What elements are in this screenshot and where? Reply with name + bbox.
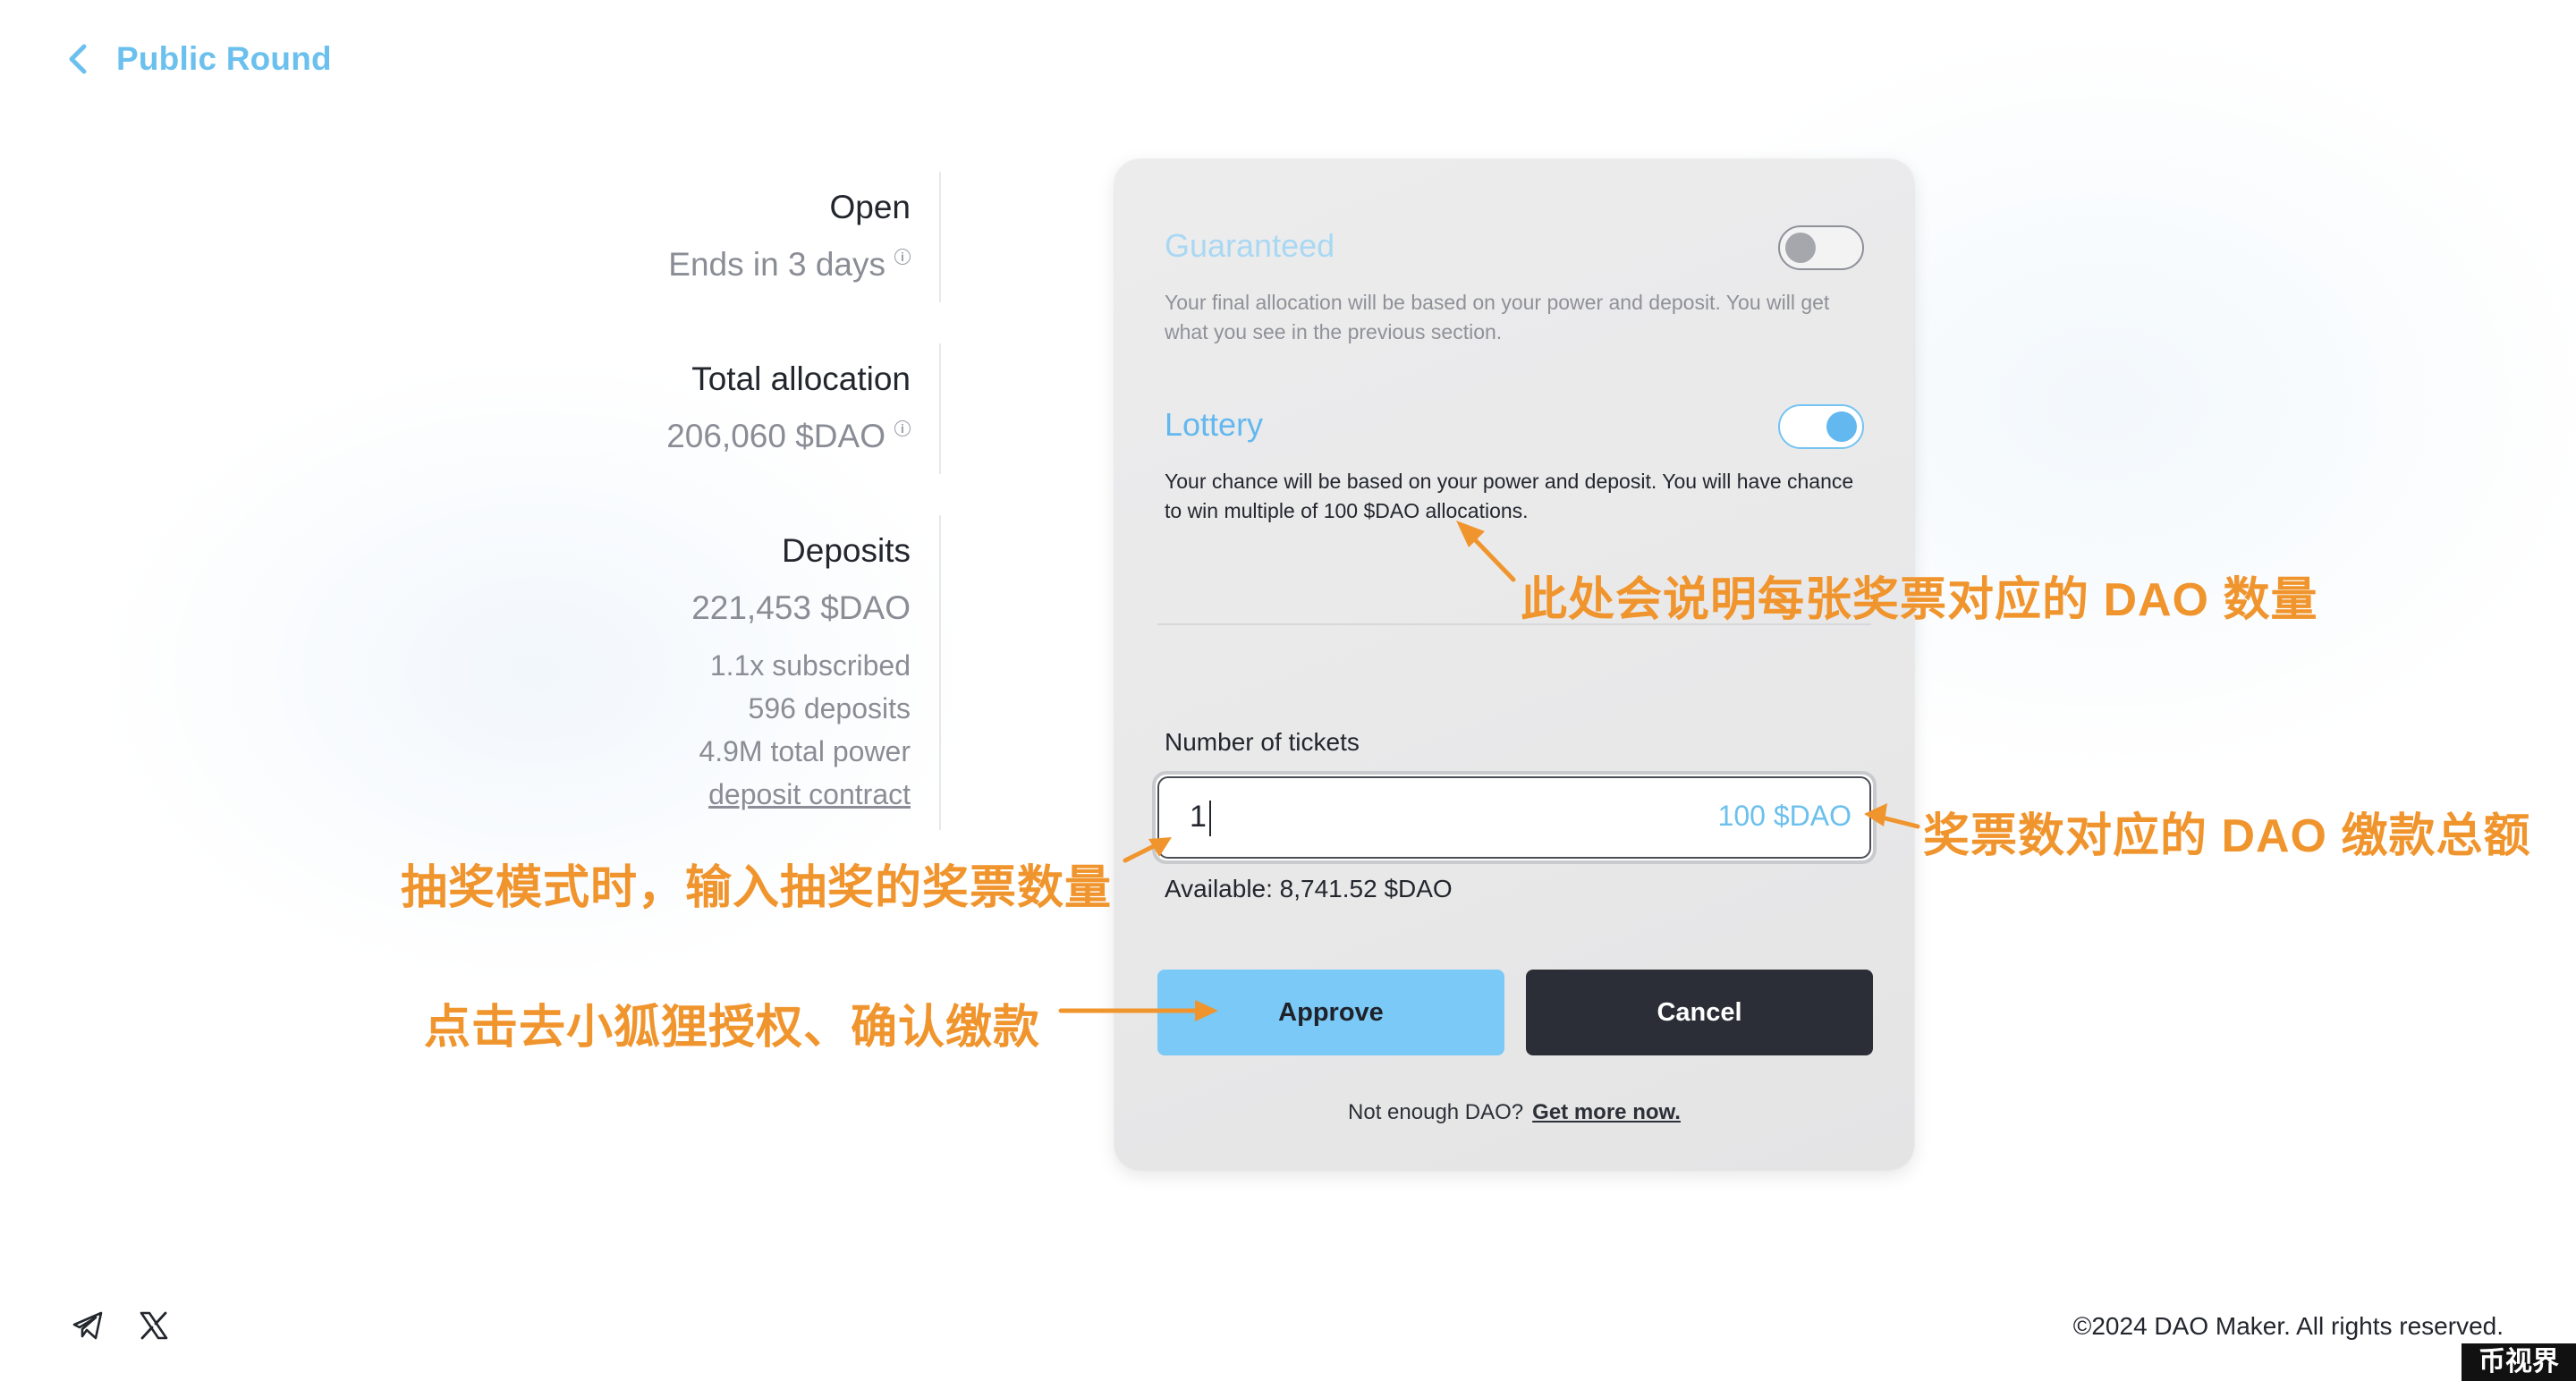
- total-allocation-value: 206,060 $DAO: [666, 418, 886, 454]
- tickets-value-text: 1: [1190, 800, 1207, 834]
- status-label: Open: [829, 189, 911, 225]
- status-ends: Ends in 3 days i: [668, 243, 911, 286]
- cancel-button[interactable]: Cancel: [1526, 970, 1873, 1055]
- annotation-input-note: 抽奖模式时，输入抽奖的奖票数量: [401, 862, 1113, 914]
- lottery-title: Lottery: [1165, 406, 1264, 443]
- info-icon[interactable]: i: [894, 249, 911, 265]
- total-allocation-row: 206,060 $DAO i: [666, 415, 911, 458]
- deposit-card: Guaranteed Your final allocation will be…: [1114, 159, 1914, 1170]
- annotation-approve-note: 点击去小狐狸授权、确认缴款: [424, 1002, 1041, 1054]
- not-enough-text: Not enough DAO?: [1348, 1100, 1524, 1124]
- lottery-toggle[interactable]: [1778, 404, 1864, 449]
- deposit-contract-link[interactable]: deposit contract: [691, 773, 911, 816]
- not-enough-row: Not enough DAO? Get more now.: [1114, 1100, 1914, 1125]
- info-icon[interactable]: i: [894, 420, 911, 436]
- approve-button[interactable]: Approve: [1157, 970, 1504, 1055]
- total-power: 4.9M total power: [699, 735, 911, 767]
- toggle-knob: [1785, 233, 1816, 263]
- subscribed-text: 1.1x subscribed: [709, 649, 911, 682]
- tickets-input[interactable]: 1 100 $DAO: [1152, 771, 1877, 864]
- annotation-total-note: 奖票数对应的 DAO 缴款总额: [1923, 810, 2531, 862]
- total-allocation-label: Total allocation: [691, 360, 911, 397]
- ends-text: Ends in 3 days: [668, 246, 886, 283]
- annotation-ticket-note: 此处会说明每张奖票对应的 DAO 数量: [1521, 574, 2318, 626]
- deposit-count: 596 deposits: [748, 692, 911, 724]
- x-twitter-icon[interactable]: [136, 1308, 172, 1343]
- tickets-label: Number of tickets: [1165, 728, 1360, 756]
- back-button[interactable]: Public Round: [64, 39, 332, 79]
- deposits-label: Deposits: [782, 532, 911, 569]
- allocation-block: Total allocation 206,060 $DAO i: [666, 358, 911, 458]
- copyright-text: ©2024 DAO Maker. All rights reserved.: [2072, 1312, 2504, 1340]
- get-more-link[interactable]: Get more now.: [1532, 1100, 1681, 1124]
- info-divider: [939, 343, 941, 474]
- tickets-total-dao: 100 $DAO: [1717, 800, 1852, 832]
- deposits-value: 221,453 $DAO: [691, 589, 911, 626]
- watermark-badge: 币视界: [2462, 1343, 2576, 1381]
- page-title: Public Round: [116, 40, 332, 77]
- lottery-description: Your chance will be based on your power …: [1165, 470, 1854, 522]
- telegram-icon[interactable]: [70, 1308, 106, 1343]
- tickets-value[interactable]: 1: [1190, 800, 1211, 837]
- text-caret: [1208, 801, 1211, 837]
- deposits-block: Deposits 221,453 $DAO 1.1x subscribed 59…: [691, 530, 911, 816]
- toggle-knob: [1826, 411, 1857, 442]
- info-divider: [939, 515, 941, 830]
- info-divider: [939, 172, 941, 302]
- guaranteed-title: Guaranteed: [1165, 227, 1335, 264]
- status-block: Open Ends in 3 days i: [668, 186, 911, 286]
- available-balance: Available: 8,741.52 $DAO: [1165, 875, 1453, 902]
- guaranteed-description: Your final allocation will be based on y…: [1165, 291, 1830, 343]
- guaranteed-toggle[interactable]: [1778, 225, 1864, 270]
- chevron-left-icon: [69, 44, 87, 74]
